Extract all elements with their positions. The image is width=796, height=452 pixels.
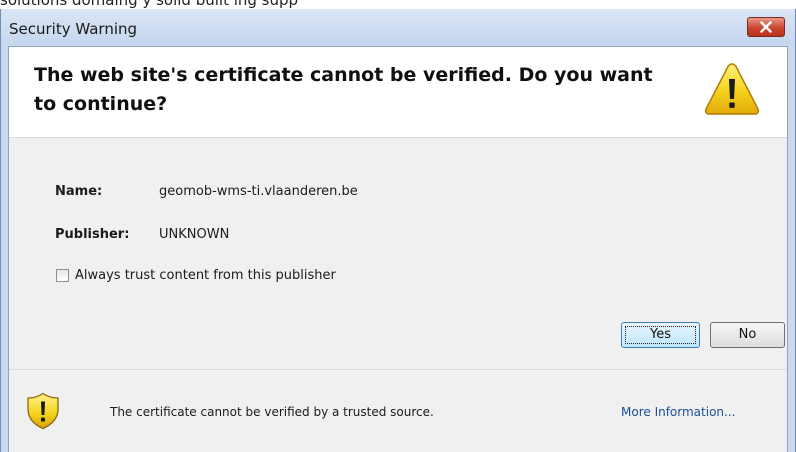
warning-shield-icon xyxy=(27,392,59,430)
no-button[interactable]: No xyxy=(710,322,785,348)
close-icon xyxy=(760,21,772,33)
no-button-label: No xyxy=(738,327,757,342)
name-label: Name: xyxy=(55,184,103,199)
footer-message: The certificate cannot be verified by a … xyxy=(110,405,434,419)
warning-message: The web site's certificate cannot be ver… xyxy=(34,64,653,115)
dialog-body: The web site's certificate cannot be ver… xyxy=(8,46,788,452)
name-value: geomob-wms-ti.vlaanderen.be xyxy=(159,184,358,199)
header-panel: The web site's certificate cannot be ver… xyxy=(9,47,787,138)
security-warning-dialog: Security Warning The web site's certific… xyxy=(0,9,796,452)
screen: solutions domaing y solid built ing supp… xyxy=(0,0,796,452)
window-title: Security Warning xyxy=(9,20,138,38)
title-bar[interactable]: Security Warning xyxy=(1,9,795,45)
background-partial-text: solutions domaing y solid built ing supp xyxy=(0,0,299,9)
background-window-text: solutions domaing y solid built ing supp xyxy=(0,0,796,9)
publisher-label: Publisher: xyxy=(55,227,130,242)
always-trust-label[interactable]: Always trust content from this publisher xyxy=(75,268,336,283)
close-button[interactable] xyxy=(747,17,785,37)
warning-triangle-icon xyxy=(704,63,760,115)
more-information-link[interactable]: More Information... xyxy=(621,405,735,419)
footer-panel: The certificate cannot be verified by a … xyxy=(9,369,787,452)
always-trust-checkbox[interactable] xyxy=(56,269,69,282)
publisher-value: UNKNOWN xyxy=(159,227,230,242)
yes-button[interactable]: Yes xyxy=(621,322,700,348)
focus-ring xyxy=(625,326,696,344)
